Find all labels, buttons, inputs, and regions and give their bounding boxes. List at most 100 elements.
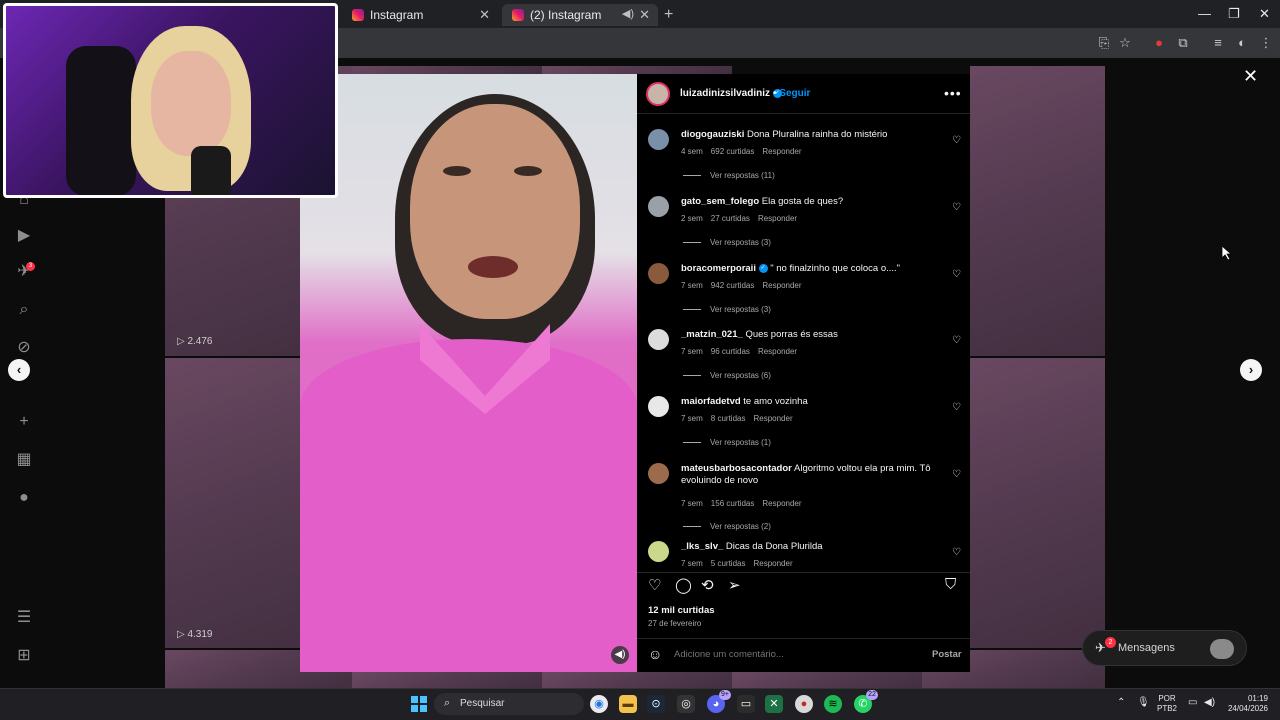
install-app-icon[interactable]: ⎘ xyxy=(1096,35,1112,51)
extensions-puzzle-icon[interactable]: ⧉ xyxy=(1175,35,1191,51)
speaker-icon[interactable]: ◀) xyxy=(622,7,634,20)
grid-tile[interactable] xyxy=(732,672,922,688)
grid-tile[interactable] xyxy=(542,66,732,74)
reels-icon[interactable]: ▶ xyxy=(14,226,34,246)
extension-icon[interactable]: ● xyxy=(1151,35,1167,51)
explore-icon[interactable]: ⊘ xyxy=(14,338,34,358)
view-replies-button[interactable]: Ver respostas (3) xyxy=(683,305,771,314)
commenter-username[interactable]: maiorfadetvd xyxy=(681,396,741,407)
commenter-username[interactable]: gato_sem_folego xyxy=(681,196,759,207)
view-replies-button[interactable]: Ver respostas (3) xyxy=(683,238,771,247)
commenter-avatar[interactable] xyxy=(648,463,669,484)
grid-tile[interactable] xyxy=(542,672,732,688)
commenter-avatar[interactable] xyxy=(648,129,669,150)
minimize-button[interactable]: — xyxy=(1198,6,1211,21)
share-icon[interactable]: ➢ xyxy=(728,576,741,594)
volume-tray-icon[interactable]: ◀) xyxy=(1204,697,1215,708)
close-window-button[interactable]: ✕ xyxy=(1259,6,1270,22)
whatsapp-icon[interactable]: ✆ 22 xyxy=(854,690,878,713)
file-explorer-icon[interactable]: ▬ xyxy=(619,695,637,713)
maximize-button[interactable]: ❐ xyxy=(1228,6,1240,22)
comment-likes[interactable]: 692 curtidas xyxy=(711,147,755,156)
commenter-avatar[interactable] xyxy=(648,263,669,284)
steam-icon[interactable]: ⊙ xyxy=(647,695,665,713)
comment-icon[interactable]: ◯ xyxy=(675,576,692,594)
reply-button[interactable]: Responder xyxy=(758,347,797,356)
grid-tile[interactable] xyxy=(352,672,542,688)
comment-likes[interactable]: 27 curtidas xyxy=(711,214,750,223)
comment-like-icon[interactable]: ♡ xyxy=(952,135,961,146)
grid-tile[interactable] xyxy=(970,358,1105,648)
likes-count[interactable]: 12 mil curtidas xyxy=(648,605,715,616)
view-replies-button[interactable]: Ver respostas (6) xyxy=(683,371,771,380)
profile-icon[interactable]: ◐ xyxy=(1234,35,1250,51)
reply-button[interactable]: Responder xyxy=(762,499,801,508)
grid-tile[interactable] xyxy=(970,66,1105,356)
like-icon[interactable]: ♡ xyxy=(648,576,661,594)
messages-nav-icon[interactable]: ✈ 3 xyxy=(14,262,35,282)
reply-button[interactable]: Responder xyxy=(762,281,801,290)
app-icon[interactable]: ● xyxy=(795,695,813,713)
start-windows-icon[interactable] xyxy=(411,696,427,712)
follow-button[interactable]: • Seguir xyxy=(773,88,810,99)
taskbar-search[interactable]: ⌕ Pesquisar xyxy=(434,693,584,715)
commenter-avatar[interactable] xyxy=(648,541,669,562)
view-replies-button[interactable]: Ver respostas (11) xyxy=(683,171,775,180)
repost-icon[interactable]: ⟲ xyxy=(701,576,714,594)
tab-instagram-1[interactable]: Instagram ✕ xyxy=(342,4,498,26)
commenter-username[interactable]: _lks_slv_ xyxy=(681,541,723,552)
comment-likes[interactable]: 96 curtidas xyxy=(711,347,750,356)
network-icon[interactable]: ▭ xyxy=(1188,697,1197,708)
close-tab-icon[interactable]: ✕ xyxy=(639,7,650,23)
reply-button[interactable]: Responder xyxy=(758,214,797,223)
more-options-icon[interactable]: ••• xyxy=(944,85,962,101)
comment-input[interactable] xyxy=(674,649,874,660)
comment-like-icon[interactable]: ♡ xyxy=(952,269,961,280)
grid-tile[interactable] xyxy=(352,66,542,74)
browser-menu-icon[interactable]: ⋮ xyxy=(1258,35,1274,51)
excel-icon[interactable]: ✕ xyxy=(765,695,783,713)
view-replies-button[interactable]: Ver respostas (2) xyxy=(683,522,771,531)
more-menu-icon[interactable]: ☰ xyxy=(14,608,34,628)
volume-icon[interactable]: ◀) xyxy=(611,646,629,664)
author-avatar[interactable] xyxy=(646,82,670,106)
comment-likes[interactable]: 5 curtidas xyxy=(711,559,746,568)
commenter-avatar[interactable] xyxy=(648,329,669,350)
media-controls-icon[interactable]: ≡ xyxy=(1210,35,1226,51)
threads-icon[interactable]: ⊞ xyxy=(14,646,34,666)
search-icon[interactable]: ⌕ xyxy=(14,300,34,320)
profile-avatar-icon[interactable]: ● xyxy=(14,488,34,508)
view-replies-button[interactable]: Ver respostas (1) xyxy=(683,438,771,447)
microphone-icon[interactable]: 🎙 xyxy=(1137,697,1150,708)
comment-likes[interactable]: 156 curtidas xyxy=(711,499,755,508)
commenter-username[interactable]: _matzin_021_ xyxy=(681,329,743,340)
commenter-username[interactable]: diogogauziski xyxy=(681,129,744,140)
reply-button[interactable]: Responder xyxy=(753,559,792,568)
new-tab-button[interactable]: + xyxy=(664,6,673,24)
previous-post-button[interactable]: ‹ xyxy=(8,359,30,381)
commenter-username[interactable]: boracomerporaii xyxy=(681,263,756,274)
commenter-avatar[interactable] xyxy=(648,196,669,217)
app-icon[interactable]: ▭ xyxy=(737,695,755,713)
reply-button[interactable]: Responder xyxy=(753,414,792,423)
comment-like-icon[interactable]: ♡ xyxy=(952,402,961,413)
comment-like-icon[interactable]: ♡ xyxy=(952,547,961,558)
system-clock[interactable]: 01:19 24/04/2026 xyxy=(1226,694,1268,714)
author-username[interactable]: luizadinizsilvadiniz ✓ xyxy=(680,88,782,99)
close-tab-icon[interactable]: ✕ xyxy=(479,7,490,23)
save-icon[interactable]: ⛉ xyxy=(945,576,956,593)
discord-icon[interactable]: ◕ 9+ xyxy=(707,690,731,713)
post-button[interactable]: Postar xyxy=(932,649,962,660)
input-language[interactable]: POR PTB2 xyxy=(1157,694,1177,714)
comment-likes[interactable]: 8 curtidas xyxy=(711,414,746,423)
emoji-icon[interactable]: ☺ xyxy=(648,646,662,662)
obs-icon[interactable]: ◎ xyxy=(677,695,695,713)
next-post-button[interactable]: › xyxy=(1240,359,1262,381)
bookmark-star-icon[interactable]: ☆ xyxy=(1117,35,1133,51)
show-hidden-icons[interactable]: ⌃ xyxy=(1117,697,1125,708)
commenter-username[interactable]: mateusbarbosacontador xyxy=(681,463,792,474)
commenter-avatar[interactable] xyxy=(648,396,669,417)
close-icon[interactable]: ✕ xyxy=(1243,66,1258,87)
dashboard-icon[interactable]: ▦ xyxy=(14,450,34,470)
comment-like-icon[interactable]: ♡ xyxy=(952,469,961,480)
